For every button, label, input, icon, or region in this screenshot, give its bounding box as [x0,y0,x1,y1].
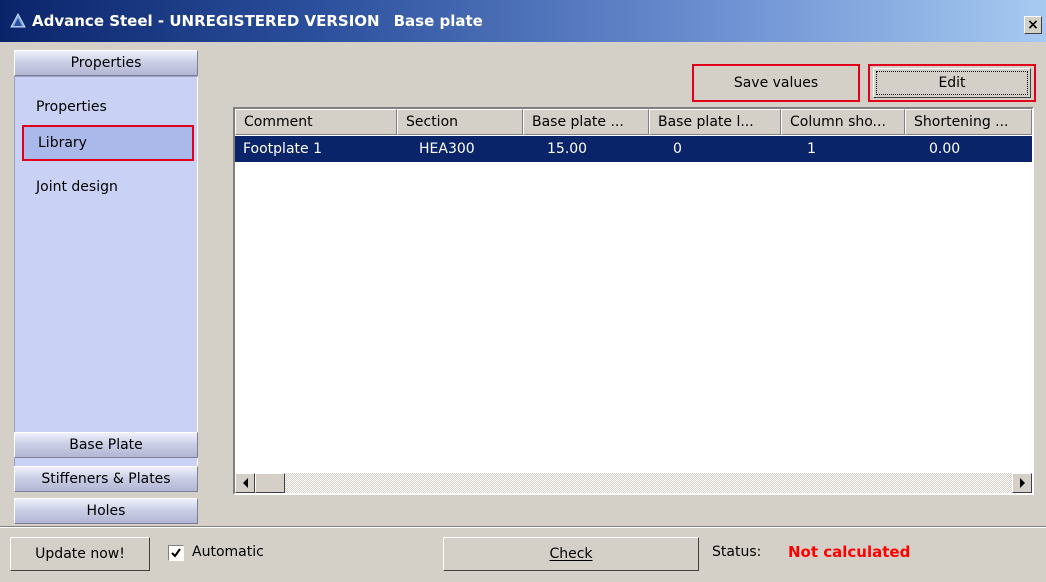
close-button[interactable]: × [1024,16,1042,34]
window-title: Advance Steel - UNREGISTERED VERSION [32,12,380,30]
column-header-label: Shortening ... [914,114,1009,130]
bottom-divider [0,526,1046,528]
scrollbar-thumb[interactable] [255,473,285,493]
sidebar-header-label: Properties [70,55,142,71]
sidebar-item-library[interactable]: Library [22,125,194,161]
status-value: Not calculated [788,543,911,561]
table-cell: 0 [673,141,682,157]
sidebar-item-joint-design[interactable]: Joint design [22,169,192,205]
table-cell: 0.00 [929,141,961,157]
scroll-right-button[interactable] [1012,473,1032,493]
column-header-column-shortening[interactable]: Column sho... [781,109,905,135]
table-cell: Footplate 1 [243,141,322,157]
column-header-base-plate-thickness[interactable]: Base plate ... [523,109,649,135]
status-label: Status: [712,544,762,560]
check-label: Check [549,546,593,562]
check-button[interactable]: Check [443,537,699,571]
column-header-label: Column sho... [790,114,886,130]
edit-button[interactable]: Edit [873,68,1031,98]
table-cell: 15.00 [547,141,588,157]
scroll-left-icon [242,478,248,488]
save-values-label: Save values [733,75,819,91]
sidebar-item-label: Properties [36,99,107,115]
sidebar: Properties Properties Library Joint desi… [14,50,198,524]
update-now-label: Update now! [35,546,125,562]
edit-label: Edit [938,75,966,91]
app-icon [10,13,26,28]
sidebar-header-holes[interactable]: Holes [14,498,198,524]
automatic-checkbox[interactable] [168,545,184,561]
title-bar: Advance Steel - UNREGISTERED VERSION Bas… [0,0,1046,42]
sidebar-item-label: Joint design [36,179,118,195]
automatic-label[interactable]: Automatic [192,544,264,560]
column-header-base-plate-l[interactable]: Base plate l... [649,109,781,135]
column-header-label: Section [406,114,459,130]
column-header-label: Base plate ... [532,114,624,130]
close-icon: × [1027,17,1039,33]
sidebar-header-label: Base Plate [69,437,143,453]
column-header-shortening[interactable]: Shortening ... [905,109,1032,135]
column-header-section[interactable]: Section [397,109,523,135]
sidebar-item-label: Library [38,135,87,151]
checkmark-icon [171,548,181,558]
scroll-right-icon [1019,478,1025,488]
sidebar-header-label: Holes [86,503,126,519]
table-header: Comment Section Base plate ... Base plat… [235,109,1032,135]
table-cell: 1 [807,141,816,157]
sidebar-item-properties[interactable]: Properties [22,89,192,125]
column-header-label: Comment [244,114,313,130]
library-table[interactable]: Comment Section Base plate ... Base plat… [233,107,1034,495]
sidebar-header-stiffeners[interactable]: Stiffeners & Plates [14,466,198,492]
sidebar-header-label: Stiffeners & Plates [41,471,171,487]
horizontal-scrollbar[interactable] [235,473,1032,493]
sidebar-header-properties[interactable]: Properties [14,50,198,76]
scroll-left-button[interactable] [235,473,255,493]
sidebar-nav: Properties Library Joint design [14,76,198,478]
save-values-button[interactable]: Save values [696,68,856,98]
column-header-label: Base plate l... [658,114,754,130]
table-row[interactable]: Footplate 1 HEA300 15.00 0 1 0.00 [235,136,1032,162]
table-cell: HEA300 [419,141,475,157]
window-subtitle: Base plate [393,12,483,30]
sidebar-header-base-plate[interactable]: Base Plate [14,432,198,458]
update-now-button[interactable]: Update now! [10,537,150,571]
column-header-comment[interactable]: Comment [235,109,397,135]
